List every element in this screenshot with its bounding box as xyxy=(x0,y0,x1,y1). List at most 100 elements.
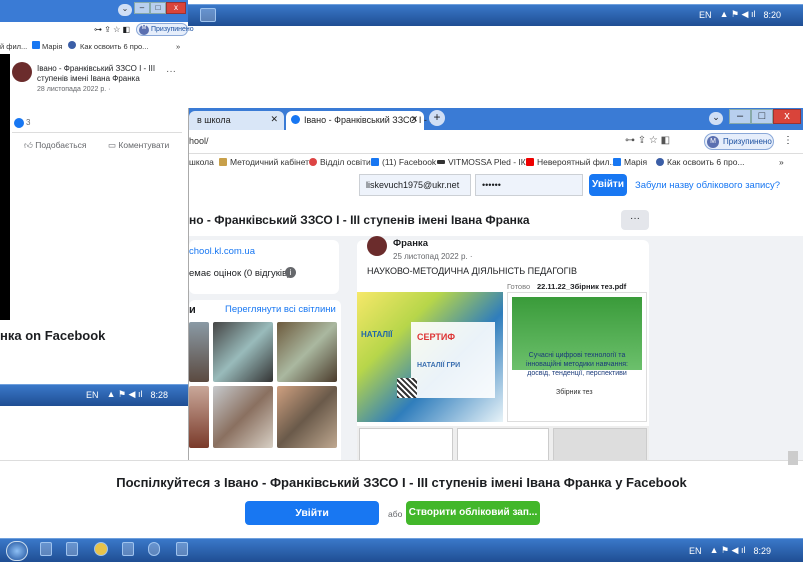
chrome-icon[interactable] xyxy=(94,542,108,556)
menu-icon[interactable]: ⋮ xyxy=(783,135,793,146)
bookmark-item[interactable]: й фил... xyxy=(0,42,27,51)
forgot-account-link[interactable]: Забули назву облікового запису? xyxy=(635,180,780,191)
tabstrip: в школа ✕ Івано - Франківський ЗЗСО І - … xyxy=(189,108,803,130)
comment-icon: ▭ xyxy=(108,140,119,150)
chevron-down-icon[interactable]: ⌄ xyxy=(118,4,132,16)
minimize-icon[interactable]: – xyxy=(134,2,150,14)
doc-subtitle: Збірник тез xyxy=(556,389,593,396)
close-icon[interactable]: x xyxy=(773,109,801,124)
like-button[interactable]: 👍︎ Подобається xyxy=(24,140,87,151)
bookmark-item[interactable]: Марія xyxy=(42,42,62,51)
tab-label: в школа xyxy=(197,115,231,125)
flag-icon[interactable]: ▲ ⚑ ◀ ıl xyxy=(720,9,756,20)
taskbar-app-button[interactable] xyxy=(200,8,216,22)
language-indicator[interactable]: EN xyxy=(699,10,712,20)
system-tray: EN ▲ ⚑ ◀ ıl 8:28 xyxy=(86,389,168,400)
bookmark-item[interactable]: Как освоить 6 про... xyxy=(80,42,148,51)
website-link[interactable]: chool.kl.com.ua xyxy=(189,246,255,257)
qr-code-icon xyxy=(397,378,417,398)
back-urlbar: ⊶ ⇪ ☆ ◧ M Призупинено xyxy=(0,22,194,38)
profile-chip[interactable]: M Призупинено xyxy=(704,133,774,150)
password-field[interactable]: •••••• xyxy=(475,174,583,196)
bookmark-item[interactable]: (11) Facebook xyxy=(371,157,436,167)
or-label: або xyxy=(388,509,403,519)
close-icon[interactable]: x xyxy=(166,2,186,14)
close-icon[interactable]: ✕ xyxy=(410,114,418,125)
post-author[interactable]: Івано - Франківський ЗЗСО І - ІІІ ступен… xyxy=(37,64,162,84)
maximize-icon[interactable]: □ xyxy=(150,2,166,14)
avatar: M xyxy=(707,136,719,148)
scrollbar-thumb[interactable] xyxy=(788,451,798,465)
address-bar[interactable]: hool/ ⊶ ⇪ ☆ ◧ M Призупинено ⋮ xyxy=(189,130,803,154)
taskbar-top: EN ▲ ⚑ ◀ ıl 8:20 xyxy=(188,4,803,26)
email-field[interactable]: liskevuch1975@ukr.net xyxy=(359,174,471,196)
taskbar-app-button[interactable] xyxy=(66,542,78,556)
close-icon[interactable]: ✕ xyxy=(270,114,278,125)
avatar[interactable] xyxy=(12,62,32,82)
bookmark-item[interactable]: Методичний кабінет xyxy=(219,157,309,167)
back-tabstrip: ⌄ – □ x xyxy=(0,0,188,22)
toolbar-icons[interactable]: ⊶ ⇪ ☆ ◧ xyxy=(625,135,670,146)
post-date[interactable]: 28 листопада 2022 р. · xyxy=(37,86,110,93)
taskbar-app-button[interactable] xyxy=(122,542,134,556)
new-tab-button[interactable]: + xyxy=(429,110,445,126)
clock[interactable]: 8:28 xyxy=(150,390,168,400)
chevron-down-icon[interactable]: ⌄ xyxy=(709,112,723,125)
taskbar-mid: EN ▲ ⚑ ◀ ıl 8:28 xyxy=(0,384,188,406)
bookmark-item[interactable]: Марія xyxy=(613,157,647,167)
clock[interactable]: 8:20 xyxy=(763,10,781,20)
login-prompt-banner: Поспілкуйтеся з Івано - Франківський ЗЗС… xyxy=(0,451,803,538)
info-icon[interactable]: i xyxy=(285,267,296,278)
bookmark-item[interactable]: Невероятный фил... xyxy=(526,157,617,167)
document-preview[interactable]: Сучасні цифрові технології та інноваційн… xyxy=(507,292,647,422)
see-all-photos-link[interactable]: Переглянути всі світлини xyxy=(225,304,336,315)
start-button[interactable] xyxy=(6,541,28,561)
more-bookmarks-icon[interactable]: » xyxy=(779,157,784,167)
url-text[interactable]: hool/ xyxy=(189,136,209,146)
clock[interactable]: 8:29 xyxy=(753,546,771,556)
taskbar-app-button[interactable] xyxy=(148,542,160,556)
photo-thumbnail[interactable] xyxy=(277,386,337,448)
taskbar-app-button[interactable] xyxy=(40,542,52,556)
comment-button[interactable]: ▭ Коментувати xyxy=(108,140,169,151)
tab-facebook[interactable]: Івано - Франківський ЗЗСО І - ІІ ✕ xyxy=(286,111,434,130)
photo-thumbnail[interactable] xyxy=(213,386,273,448)
minimize-icon[interactable]: – xyxy=(729,109,751,124)
facebook-caption: нка on Facebook xyxy=(0,328,106,343)
more-bookmarks-icon[interactable]: » xyxy=(176,42,180,51)
create-account-button[interactable]: Створити обліковий зап... xyxy=(406,501,540,525)
certificate-image[interactable]: НАТАЛІЇ СЕРТИФ НАТАЛІЇ ГРИ xyxy=(357,292,503,422)
bookmark-item[interactable]: Как освоить 6 про... xyxy=(656,157,745,167)
key-icon[interactable]: ⊶ ⇪ ☆ ◧ xyxy=(94,25,130,34)
divider xyxy=(12,132,182,133)
banner-login-button[interactable]: Увійти xyxy=(245,501,379,525)
login-button[interactable]: Увійти xyxy=(589,174,627,196)
tab-school[interactable]: в школа ✕ xyxy=(189,111,284,130)
photo-thumbnail[interactable] xyxy=(277,322,337,382)
photo-thumbnail[interactable] xyxy=(189,386,209,448)
vitmossa-icon xyxy=(437,160,445,164)
post-date[interactable]: 25 листопад 2022 р. · xyxy=(393,252,473,261)
avatar[interactable] xyxy=(367,236,387,256)
photo-thumbnail[interactable] xyxy=(213,322,273,382)
taskbar-app-button[interactable] xyxy=(176,542,188,556)
photos-header: и xyxy=(189,304,196,316)
bookmark-item[interactable]: школа xyxy=(189,157,214,167)
facebook-icon xyxy=(291,115,300,124)
profile-chip[interactable]: M Призупинено xyxy=(136,23,194,36)
banner-title: Поспілкуйтеся з Івано - Франківський ЗЗС… xyxy=(116,475,687,490)
language-indicator[interactable]: EN xyxy=(689,546,702,556)
language-indicator[interactable]: EN xyxy=(86,390,99,400)
like-label: Подобається xyxy=(35,140,87,150)
post-author[interactable]: Франка xyxy=(393,238,428,249)
photo-thumbnail[interactable] xyxy=(189,322,209,382)
flag-icon[interactable]: ▲ ⚑ ◀ ıl xyxy=(107,389,143,400)
flag-icon[interactable]: ▲ ⚑ ◀ ıl xyxy=(710,545,746,556)
bookmark-item[interactable]: Відділ освіти xyxy=(309,157,371,167)
bookmark-item[interactable]: VITMOSSA Pled - ІК... xyxy=(437,157,533,167)
maximize-icon[interactable]: □ xyxy=(751,109,773,124)
more-button[interactable]: ··· xyxy=(621,210,649,230)
reactions-count[interactable]: 3 xyxy=(26,118,30,127)
more-options-icon[interactable]: ··· xyxy=(166,66,176,77)
doc-title: Сучасні цифрові технології та інноваційн… xyxy=(526,352,628,377)
